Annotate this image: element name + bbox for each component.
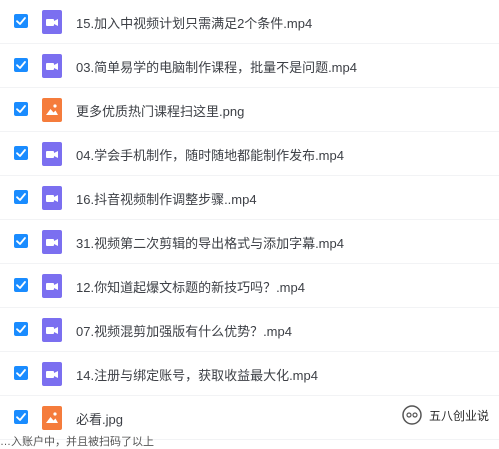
- video-file-icon: [42, 274, 62, 298]
- file-name[interactable]: 16.抖音视频制作调整步骤..mp4: [76, 189, 257, 208]
- file-row[interactable]: 14.注册与绑定账号，获取收益最大化.mp4: [0, 352, 499, 396]
- watermark: 五八创业说: [401, 404, 489, 426]
- checkbox[interactable]: [14, 58, 28, 72]
- file-row[interactable]: 03.简单易学的电脑制作课程，批量不是问题.mp4: [0, 44, 499, 88]
- checkbox[interactable]: [14, 146, 28, 160]
- checkbox[interactable]: [14, 278, 28, 292]
- video-file-icon: [42, 230, 62, 254]
- checkbox[interactable]: [14, 102, 28, 116]
- file-name[interactable]: 04.学会手机制作，随时随地都能制作发布.mp4: [76, 145, 344, 164]
- image-file-icon: [42, 98, 62, 122]
- video-file-icon: [42, 54, 62, 78]
- file-row[interactable]: 更多优质热门课程扫这里.png: [0, 88, 499, 132]
- file-row[interactable]: 07.视频混剪加强版有什么优势？.mp4: [0, 308, 499, 352]
- file-list: 15.加入中视频计划只需满足2个条件.mp4 03.简单易学的电脑制作课程，批量不…: [0, 0, 499, 440]
- checkbox[interactable]: [14, 410, 28, 424]
- video-file-icon: [42, 186, 62, 210]
- file-row[interactable]: 31.视频第二次剪辑的导出格式与添加字幕.mp4: [0, 220, 499, 264]
- video-file-icon: [42, 142, 62, 166]
- checkbox[interactable]: [14, 14, 28, 28]
- video-file-icon: [42, 318, 62, 342]
- file-row[interactable]: 15.加入中视频计划只需满足2个条件.mp4: [0, 0, 499, 44]
- file-name[interactable]: 07.视频混剪加强版有什么优势？.mp4: [76, 321, 292, 340]
- file-row[interactable]: 04.学会手机制作，随时随地都能制作发布.mp4: [0, 132, 499, 176]
- video-file-icon: [42, 10, 62, 34]
- file-name[interactable]: 14.注册与绑定账号，获取收益最大化.mp4: [76, 365, 318, 384]
- file-name[interactable]: 15.加入中视频计划只需满足2个条件.mp4: [76, 13, 312, 32]
- checkbox[interactable]: [14, 322, 28, 336]
- file-name[interactable]: 31.视频第二次剪辑的导出格式与添加字幕.mp4: [76, 233, 344, 252]
- video-file-icon: [42, 362, 62, 386]
- checkbox[interactable]: [14, 190, 28, 204]
- file-name[interactable]: 12.你知道起爆文标题的新技巧吗？.mp4: [76, 277, 305, 296]
- watermark-text: 五八创业说: [428, 408, 489, 423]
- file-name[interactable]: 03.简单易学的电脑制作课程，批量不是问题.mp4: [76, 57, 357, 76]
- file-row[interactable]: 12.你知道起爆文标题的新技巧吗？.mp4: [0, 264, 499, 308]
- image-file-icon: [42, 406, 62, 430]
- wechat-official-account-icon: [402, 405, 422, 425]
- file-row[interactable]: 16.抖音视频制作调整步骤..mp4: [0, 176, 499, 220]
- checkbox[interactable]: [14, 366, 28, 380]
- checkbox[interactable]: [14, 234, 28, 248]
- bottom-cut-text: …入账户中，并且被扫码了以上: [0, 436, 154, 448]
- file-name[interactable]: 必看.jpg: [76, 409, 123, 428]
- file-name[interactable]: 更多优质热门课程扫这里.png: [76, 101, 244, 120]
